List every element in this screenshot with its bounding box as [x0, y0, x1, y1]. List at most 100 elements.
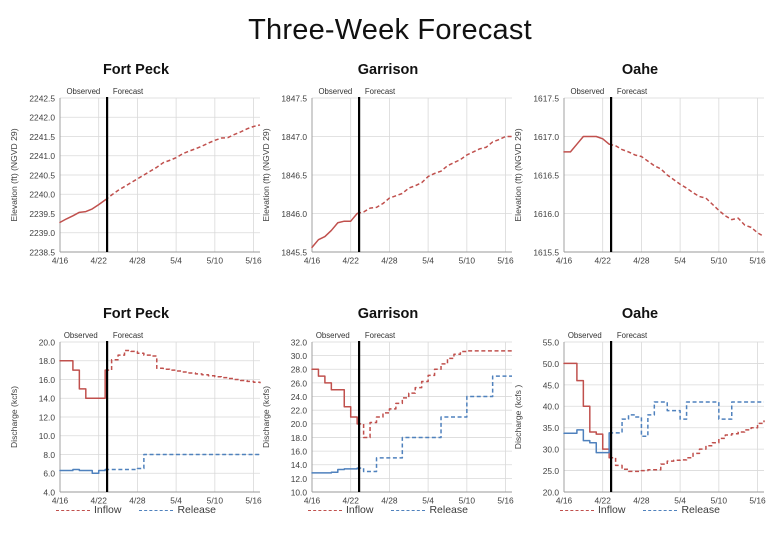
chart-title: Garrison	[357, 62, 419, 78]
y-tick-label: 25.0	[543, 466, 560, 476]
series-forecast-release	[609, 401, 764, 438]
x-tick-label: 4/28	[129, 256, 146, 266]
plot-area: 10.0 12.0 14.0 16.0 18.0 20.0 22.0 24.0 26.0 28.0…	[260, 328, 516, 514]
chart-panel-fort-peck-elevation: Fort Peck 2238.5 2239.0 2239.5 2240.0 2240.5…	[8, 62, 264, 284]
y-tick-label: 32.0	[291, 337, 308, 347]
series-forecast-inflow	[105, 349, 261, 384]
y-tick-label: 1847.0	[281, 132, 307, 142]
y-axis-label: Elevation (ft) (NGVD 29)	[9, 128, 19, 221]
x-tick-label: 5/4	[170, 256, 182, 266]
y-tick-label: 1616.5	[533, 170, 559, 180]
x-tick-label: 4/22	[343, 256, 360, 266]
observed-annotation: Observed	[318, 87, 352, 96]
x-tick-label: 4/28	[633, 256, 650, 266]
series-observed-release	[59, 468, 106, 474]
inflow-line-swatch	[308, 509, 343, 511]
series-forecast-release	[105, 453, 260, 471]
x-tick-label: 5/4	[422, 256, 434, 266]
y-tick-label: 1847.5	[281, 93, 307, 103]
observed-annotation: Observed	[568, 331, 602, 340]
x-tick-label: 4/28	[381, 256, 398, 266]
legend-item-release: Release	[643, 504, 720, 516]
y-tick-label: 16.0	[291, 446, 308, 456]
observed-annotation: Observed	[316, 331, 350, 340]
y-tick-label: 2241.5	[29, 132, 55, 142]
forecast-annotation: Forecast	[365, 87, 396, 96]
x-tick-label: 4/22	[595, 256, 612, 266]
y-tick-label: 14.0	[291, 460, 308, 470]
legend-item-release: Release	[391, 504, 468, 516]
chart-svg: 10.012.014.016.018.020.022.024.026.028.0…	[261, 331, 514, 506]
y-tick-label: 35.0	[543, 423, 560, 433]
y-tick-label: 2240.5	[29, 170, 55, 180]
chart-panel-garrison-discharge: Garrison 10.0 12.0 14.0 16.0 18.0 20.0 22.0 24.…	[260, 306, 516, 538]
x-tick-label: 5/10	[207, 256, 224, 266]
y-tick-label: 1846.5	[281, 170, 307, 180]
plot-area: 2238.5 2239.0 2239.5 2240.0 2240.5 2241.0 2241…	[8, 84, 264, 274]
observed-annotation: Observed	[570, 87, 604, 96]
chart-panel-fort-peck-discharge: Fort Peck 4.0 6.0 8.0 10.0 12.0 14.0 16.0 18.0 2…	[8, 306, 264, 538]
x-tick-label: 4/16	[556, 256, 573, 266]
plot-area: 1845.5 1846.0 1846.5 1847.0 1847.5 4/16 4/22 4/…	[260, 84, 516, 274]
y-tick-label: 20.0	[39, 337, 56, 347]
y-axis-label: Discharge (kcfs )	[513, 385, 523, 450]
series-forecast-inflow	[357, 350, 512, 439]
chart-title: Oahe	[621, 62, 659, 78]
legend-item-release: Release	[139, 504, 216, 516]
y-axis-label: Elevation (ft) (NGVD 29)	[513, 128, 523, 221]
y-tick-label: 1846.0	[281, 209, 307, 219]
y-tick-label: 45.0	[543, 380, 560, 390]
y-tick-label: 28.0	[291, 365, 308, 375]
y-tick-label: 6.0	[43, 469, 55, 479]
y-tick-label: 18.0	[291, 433, 308, 443]
forecast-annotation: Forecast	[113, 331, 144, 340]
legend-label-release: Release	[177, 504, 216, 516]
x-tick-label: 4/16	[304, 256, 321, 266]
legend-item-inflow: Inflow	[560, 504, 625, 516]
release-line-swatch	[643, 509, 678, 511]
forecast-annotation: Forecast	[113, 87, 144, 96]
observed-annotation: Observed	[66, 87, 100, 96]
y-tick-label: 22.0	[291, 406, 308, 416]
chart-panel-oahe-elevation: Oahe 1615.5 1616.0 1616.5 1617.0 1617.5 4/16 4…	[512, 62, 768, 284]
y-tick-label: 10.0	[39, 431, 56, 441]
chart-title: Oahe	[621, 306, 659, 322]
inflow-line-swatch	[560, 509, 595, 511]
chart-svg: 1845.51846.01846.51847.01847.54/16 4/22 4/…	[261, 87, 514, 266]
y-tick-label: 2239.5	[29, 209, 55, 219]
x-tick-label: 5/4	[674, 256, 686, 266]
y-tick-label: 30.0	[543, 445, 560, 455]
y-tick-label: 2239.0	[29, 228, 55, 238]
plot-area: 4.0 6.0 8.0 10.0 12.0 14.0 16.0 18.0 20.0 4/16 4/2…	[8, 328, 264, 514]
legend-label-release: Release	[681, 504, 720, 516]
y-tick-label: 12.0	[291, 474, 308, 484]
legend-label-inflow: Inflow	[94, 504, 122, 516]
y-tick-label: 18.0	[39, 356, 56, 366]
release-line-swatch	[391, 509, 426, 511]
chart-panel-oahe-discharge: Oahe 20.0 25.0 30.0 35.0 40.0 45.0 50.0 55.0 4/1…	[512, 306, 768, 538]
y-tick-label: 50.0	[543, 359, 560, 369]
y-axis-label: Elevation (ft) (NGVD 29)	[261, 128, 271, 221]
y-axis-label: Discharge (kcfs)	[261, 386, 271, 448]
chart-svg: 20.025.030.035.040.045.050.055.04/16 4/22…	[513, 331, 766, 506]
chart-panel-garrison-elevation: Garrison 1845.5 1846.0 1846.5 1847.0 1847.5 4…	[260, 62, 516, 284]
legend-label-inflow: Inflow	[346, 504, 374, 516]
plot-area: 1615.5 1616.0 1616.5 1617.0 1617.5 4/16 4/22 4/…	[512, 84, 768, 274]
chart-svg: 4.06.08.010.012.014.016.018.020.04/16 4/2…	[9, 331, 262, 506]
legend-label-inflow: Inflow	[598, 504, 626, 516]
y-tick-label: 1616.0	[533, 209, 559, 219]
release-line-swatch	[139, 509, 174, 511]
x-tick-label: 5/16	[749, 256, 766, 266]
y-tick-label: 12.0	[39, 412, 56, 422]
x-tick-label: 5/10	[711, 256, 728, 266]
plot-area: 20.0 25.0 30.0 35.0 40.0 45.0 50.0 55.0 4/16 4/22…	[512, 328, 768, 514]
y-tick-label: 55.0	[543, 337, 560, 347]
legend: Inflow Release	[260, 504, 516, 516]
y-tick-label: 30.0	[291, 351, 308, 361]
y-tick-label: 26.0	[291, 378, 308, 388]
forecast-annotation: Forecast	[617, 87, 648, 96]
y-tick-label: 2241.0	[29, 151, 55, 161]
inflow-line-swatch	[56, 509, 91, 511]
observed-annotation: Observed	[64, 331, 98, 340]
legend-item-inflow: Inflow	[56, 504, 121, 516]
